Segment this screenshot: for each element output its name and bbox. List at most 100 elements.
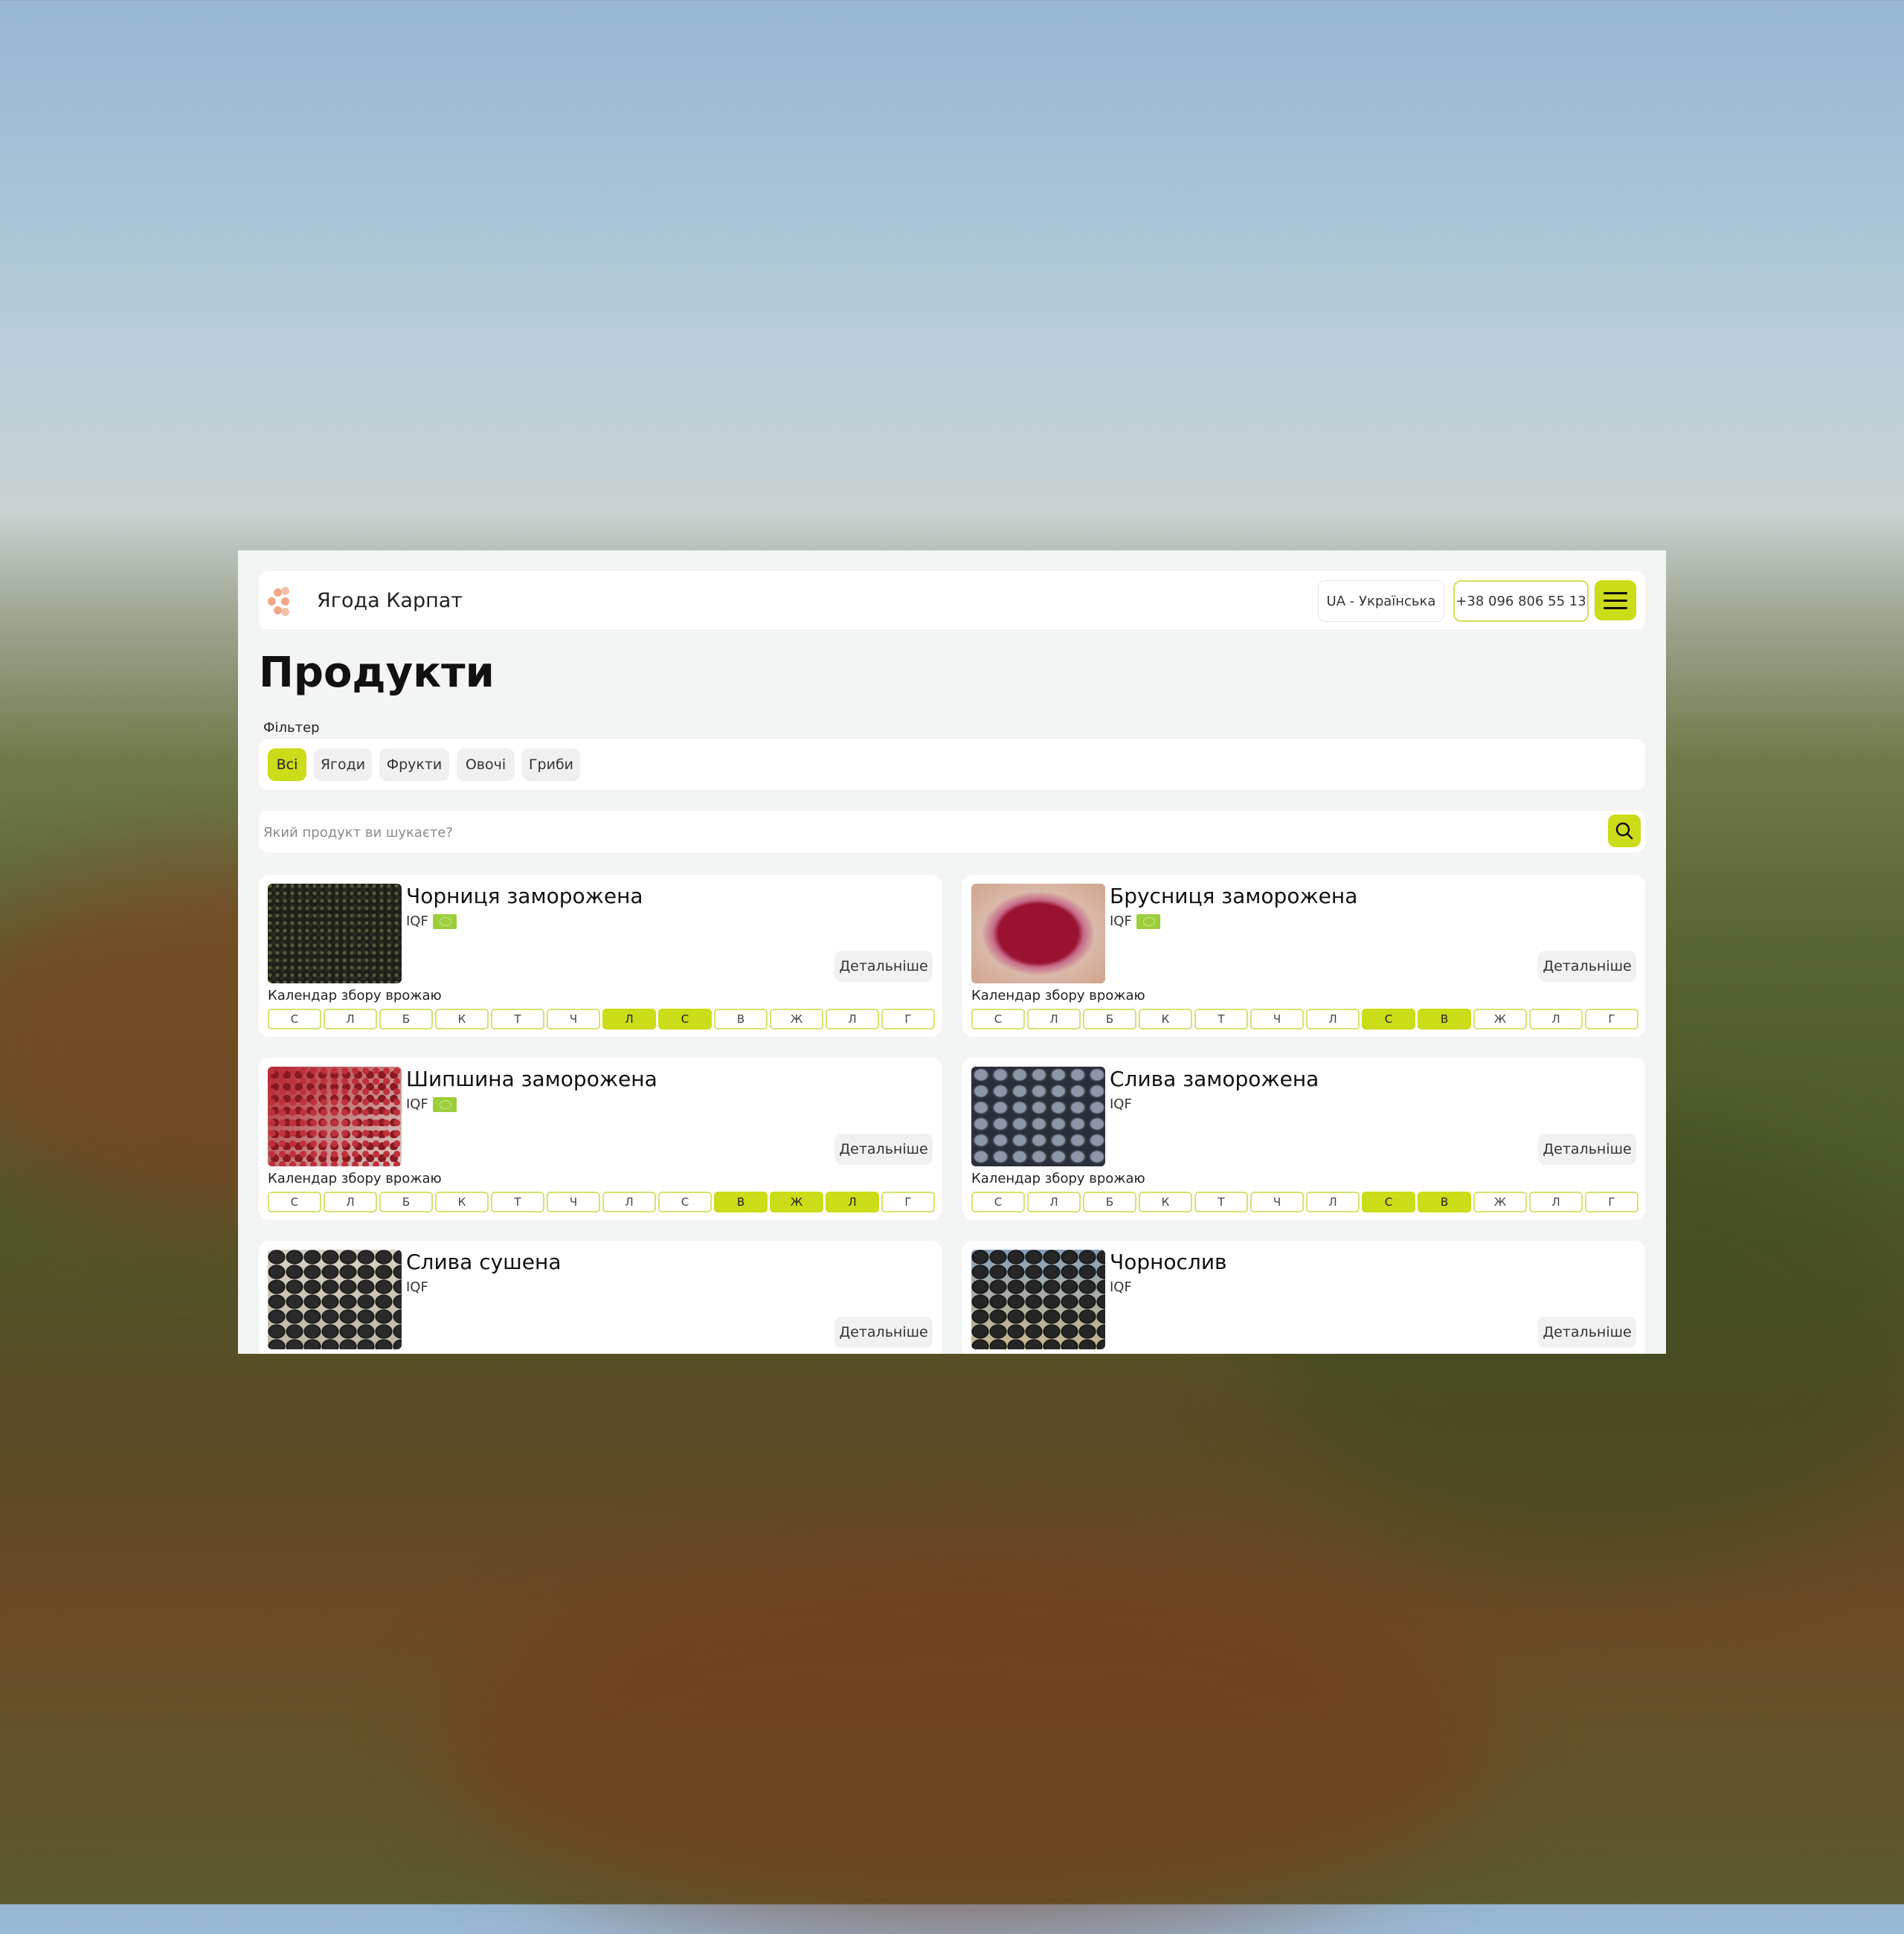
product-name[interactable]: Слива заморожена: [1110, 1067, 1319, 1091]
month-cell: Т: [1194, 1009, 1248, 1029]
product-image[interactable]: [971, 1250, 1105, 1349]
month-cell: Ж: [1473, 1009, 1527, 1029]
product-name[interactable]: Слива сушена: [406, 1250, 561, 1274]
product-card[interactable]: Слива сушенаIQFДетальнішеКалендар збору …: [259, 1241, 942, 1354]
product-type-label: IQF: [406, 1279, 428, 1295]
search-button[interactable]: [1608, 815, 1641, 847]
product-card[interactable]: Брусниця заморожена IQF Детальніше Календар…: [962, 875, 1645, 1037]
filter-chip[interactable]: Овочі: [457, 748, 515, 781]
product-image[interactable]: [971, 1067, 1105, 1166]
phone-button[interactable]: +38 096 806 55 13: [1453, 580, 1589, 622]
month-cell: С: [971, 1192, 1025, 1212]
logo-icon[interactable]: [268, 587, 295, 617]
month-cell: Л: [602, 1009, 656, 1029]
month-cell: Б: [1083, 1009, 1136, 1029]
search-input[interactable]: [262, 817, 1574, 848]
harvest-calendar-label: Календар збору врожаю: [971, 1171, 1145, 1186]
month-cell: К: [1139, 1192, 1192, 1212]
month-cell: С: [268, 1009, 321, 1029]
month-cell: Г: [881, 1192, 935, 1212]
month-cell: Л: [324, 1009, 377, 1029]
month-cell: Г: [1585, 1192, 1638, 1212]
site-header: Ягода Карпат UA - Українська +38 096 806…: [259, 571, 1645, 629]
month-cell: Л: [826, 1009, 879, 1029]
product-card[interactable]: Слива заморожена IQF Детальніше Календар зб…: [962, 1058, 1645, 1220]
product-type: IQF: [1110, 913, 1160, 929]
filter-bar: Всі Ягоди Фрукти Овочі Гриби: [259, 739, 1645, 790]
product-image[interactable]: [268, 1250, 402, 1349]
month-cell: Б: [379, 1192, 433, 1212]
filter-chip[interactable]: Всі: [268, 748, 306, 781]
month-cell: В: [1418, 1009, 1471, 1029]
month-cell: Ч: [547, 1009, 600, 1029]
harvest-calendar: СЛБКТЧЛСВЖЛГ: [971, 1192, 1638, 1212]
month-cell: Л: [602, 1192, 656, 1212]
month-cell: Л: [1027, 1009, 1081, 1029]
month-cell: Л: [1306, 1192, 1360, 1212]
harvest-calendar: СЛБКТЧЛСВЖЛГ: [268, 1009, 935, 1029]
month-cell: К: [1139, 1009, 1192, 1029]
product-card[interactable]: ЧорносливIQFДетальнішеКалендар збору вро…: [962, 1241, 1645, 1354]
product-image[interactable]: [971, 884, 1105, 983]
search-bar: [259, 811, 1645, 852]
month-cell: Л: [1529, 1009, 1583, 1029]
details-button[interactable]: Детальніше: [834, 1134, 933, 1165]
filter-chip[interactable]: Гриби: [522, 748, 580, 781]
product-image[interactable]: [268, 884, 402, 983]
month-cell: Б: [379, 1009, 433, 1029]
month-cell: Т: [491, 1192, 544, 1212]
month-cell: С: [971, 1009, 1025, 1029]
month-cell: С: [1362, 1192, 1415, 1212]
eco-leaf-icon: [432, 1096, 457, 1112]
product-type-label: IQF: [1110, 913, 1132, 929]
month-cell: Л: [1529, 1192, 1583, 1212]
search-icon: [1615, 822, 1633, 840]
month-cell: В: [1418, 1192, 1471, 1212]
month-cell: Ч: [1250, 1009, 1304, 1029]
menu-icon: [1604, 607, 1627, 609]
language-selector[interactable]: UA - Українська: [1318, 580, 1444, 622]
harvest-calendar: СЛБКТЧЛСВЖЛГ: [971, 1009, 1638, 1029]
product-image[interactable]: [268, 1067, 402, 1166]
details-button[interactable]: Детальніше: [1538, 1134, 1636, 1165]
details-button[interactable]: Детальніше: [834, 1317, 933, 1348]
month-cell: Ж: [770, 1192, 823, 1212]
menu-icon: [1604, 592, 1627, 594]
filter-chip[interactable]: Ягоди: [314, 748, 372, 781]
product-card[interactable]: Шипшина заморожена IQF Детальніше Календар …: [259, 1058, 942, 1220]
harvest-calendar-label: Календар збору врожаю: [971, 988, 1145, 1003]
product-type: IQF: [406, 913, 457, 929]
details-button[interactable]: Детальніше: [834, 951, 933, 982]
month-cell: Т: [491, 1009, 544, 1029]
month-cell: Г: [1585, 1009, 1638, 1029]
product-type: IQF: [1110, 1096, 1132, 1112]
month-cell: В: [714, 1192, 768, 1212]
month-cell: Л: [324, 1192, 377, 1212]
month-cell: С: [268, 1192, 321, 1212]
product-type-label: IQF: [406, 913, 428, 929]
page-title: Продукти: [259, 649, 495, 697]
filter-label: Фільтер: [263, 720, 320, 736]
month-cell: К: [435, 1009, 489, 1029]
product-name[interactable]: Чорнослив: [1110, 1250, 1227, 1274]
eco-leaf-icon: [432, 913, 457, 929]
details-button[interactable]: Детальніше: [1538, 951, 1636, 982]
month-cell: Ж: [770, 1009, 823, 1029]
product-name[interactable]: Чорниця заморожена: [406, 884, 643, 908]
hamburger-menu-button[interactable]: [1595, 580, 1636, 620]
month-cell: С: [658, 1192, 712, 1212]
brand-name[interactable]: Ягода Карпат: [317, 589, 463, 612]
filter-chip[interactable]: Фрукти: [379, 748, 449, 781]
harvest-calendar: СЛБКТЧЛСВЖЛГ: [268, 1192, 935, 1212]
product-name[interactable]: Шипшина заморожена: [406, 1067, 657, 1091]
month-cell: Т: [1194, 1192, 1248, 1212]
harvest-calendar-label: Календар збору врожаю: [268, 1171, 442, 1186]
month-cell: Л: [1306, 1009, 1360, 1029]
month-cell: Л: [1027, 1192, 1081, 1212]
product-type-label: IQF: [1110, 1279, 1132, 1295]
details-button[interactable]: Детальніше: [1538, 1317, 1636, 1348]
product-name[interactable]: Брусниця заморожена: [1110, 884, 1357, 908]
product-card[interactable]: Чорниця заморожена IQF Детальніше Календар …: [259, 875, 942, 1037]
month-cell: С: [658, 1009, 712, 1029]
product-type: IQF: [406, 1279, 428, 1295]
